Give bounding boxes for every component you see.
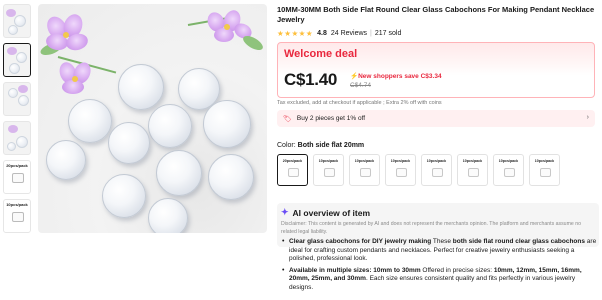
swatch-label: 10pcs/pack <box>390 159 411 163</box>
star-rating-icon: ★★★★★ <box>277 29 314 38</box>
bolt-icon: ⚡ <box>350 73 359 80</box>
list-item: Clear glass cabochons for DIY jewelry ma… <box>281 238 599 264</box>
swatch-label: 20pcs/pack <box>282 159 303 163</box>
thumbnail-pack-label: 20pcs/pack <box>6 163 28 168</box>
savings-text: New shoppers save C$3.34 <box>358 73 442 80</box>
current-price: C$1.40 <box>284 70 338 89</box>
swatch-label: 10pcs/pack <box>354 159 375 163</box>
chevron-right-icon: › <box>586 114 589 121</box>
swatch-label: 10pcs/pack <box>426 159 447 163</box>
color-label-key: Color: <box>277 142 296 149</box>
ai-disclaimer: Disclaimer: This content is generated by… <box>281 221 581 235</box>
thumbnail-1[interactable] <box>3 4 31 38</box>
promo-text: Buy 2 pieces get 1% off <box>296 115 366 122</box>
original-price: C$4.74 <box>350 82 371 89</box>
sparkle-icon: ✦ <box>281 207 289 217</box>
new-shopper-savings: ⚡New shoppers save C$3.34 <box>350 72 442 80</box>
swatch-option-5[interactable]: 10pcs/pack <box>421 154 452 186</box>
swatch-option-6[interactable]: 10pcs/pack <box>457 154 488 186</box>
separator: | <box>370 30 372 37</box>
swatch-option-8[interactable]: 10pcs/pack <box>529 154 560 186</box>
tax-note: Tax excluded, add at checkout if applica… <box>277 100 442 106</box>
thumbnail-strip: 20pcs/pack 10pcs/pack <box>3 4 31 238</box>
rating-row[interactable]: ★★★★★ 4.8 24 Reviews | 217 sold <box>277 29 401 38</box>
bundle-promo-banner[interactable]: 🏷 Buy 2 pieces get 1% off › <box>277 110 595 127</box>
swatch-option-1[interactable]: 20pcs/pack <box>277 154 308 186</box>
list-item: Available in multiple sizes: 10mm to 30m… <box>281 267 599 293</box>
thumbnail-5[interactable]: 20pcs/pack <box>3 160 31 194</box>
ai-overview-bullets: Clear glass cabochons for DIY jewelry ma… <box>281 238 599 295</box>
product-title: 10MM-30MM Both Side Flat Round Clear Gla… <box>277 5 595 24</box>
thumbnail-pack-label: 10pcs/pack <box>6 202 28 207</box>
welcome-deal-box: Welcome deal C$1.40 ⚡New shoppers save C… <box>277 42 595 98</box>
swatch-option-3[interactable]: 10pcs/pack <box>349 154 380 186</box>
rating-score: 4.8 <box>317 30 327 37</box>
deal-title: Welcome deal <box>284 48 358 60</box>
swatch-label: 10pcs/pack <box>462 159 483 163</box>
main-product-image[interactable] <box>38 4 267 233</box>
swatch-label: 10pcs/pack <box>498 159 519 163</box>
swatch-label: 10pcs/pack <box>318 159 339 163</box>
color-swatches: 20pcs/pack 10pcs/pack 10pcs/pack 10pcs/p… <box>277 154 565 186</box>
swatch-option-4[interactable]: 10pcs/pack <box>385 154 416 186</box>
color-label: Color: Both side flat 20mm <box>277 142 364 149</box>
thumbnail-2-selected[interactable] <box>3 43 31 77</box>
ai-overview-title: ✦ AI overview of item <box>281 207 370 218</box>
thumbnail-4[interactable] <box>3 121 31 155</box>
thumbnail-6[interactable]: 10pcs/pack <box>3 199 31 233</box>
swatch-option-2[interactable]: 10pcs/pack <box>313 154 344 186</box>
color-selected-value: Both side flat 20mm <box>297 142 365 149</box>
ai-title-text: AI overview of item <box>292 207 371 218</box>
sold-count: 217 sold <box>374 30 402 37</box>
swatch-option-7[interactable]: 10pcs/pack <box>493 154 524 186</box>
tag-icon: 🏷 <box>283 115 292 123</box>
swatch-label: 10pcs/pack <box>534 159 555 163</box>
reviews-link[interactable]: 24 Reviews <box>331 30 367 37</box>
thumbnail-3[interactable] <box>3 82 31 116</box>
